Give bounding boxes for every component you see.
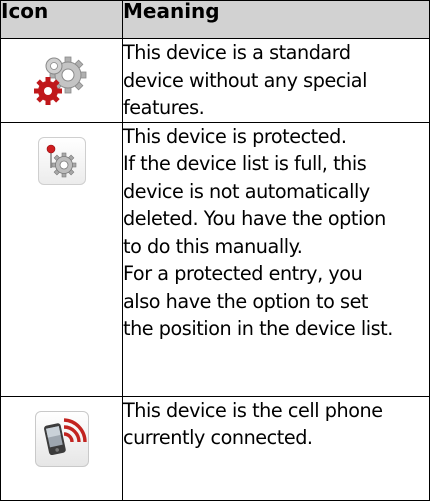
standard-device-gears-icon bbox=[32, 53, 92, 109]
meaning-cell: This device is the cell phone currently … bbox=[122, 395, 430, 501]
protected-device-icon bbox=[37, 136, 86, 185]
table-row: This device is protected. If the device … bbox=[0, 121, 430, 397]
meaning-line: deleted. You have the option bbox=[123, 207, 386, 230]
header-icon: Icon bbox=[0, 0, 123, 39]
meaning-cell: This device is protected. If the device … bbox=[122, 121, 430, 397]
icon-cell bbox=[0, 38, 123, 123]
table-header-row: Icon Meaning bbox=[0, 0, 430, 39]
meaning-line: This device is a standard bbox=[123, 41, 351, 64]
meaning-line: This device is the cell phone bbox=[123, 398, 383, 422]
meaning-line: features. bbox=[123, 96, 205, 119]
meaning-line: device without any special bbox=[123, 68, 367, 92]
meaning-line: This device is protected. bbox=[123, 124, 347, 148]
connected-phone-icon bbox=[34, 410, 89, 467]
meaning-line: If the device list is full, this bbox=[123, 152, 367, 175]
meaning-line: currently connected. bbox=[123, 426, 313, 449]
meaning-line: device is not automatically bbox=[123, 179, 370, 203]
meaning-line: to do this manually. bbox=[123, 234, 303, 258]
meaning-line: For a protected entry, you bbox=[123, 262, 363, 285]
table-row: This device is the cell phone currently … bbox=[0, 395, 430, 501]
icon-cell bbox=[0, 121, 123, 397]
meaning-cell: This device is a standard device without… bbox=[122, 38, 430, 123]
header-meaning: Meaning bbox=[122, 0, 430, 39]
icon-cell bbox=[0, 395, 123, 501]
icon-legend-table: Icon Meaning This device is a standard d… bbox=[0, 0, 430, 501]
meaning-line: the position in the device list. bbox=[123, 317, 393, 340]
meaning-line: also have the option to set bbox=[123, 289, 368, 313]
table-row: This device is a standard device without… bbox=[0, 38, 430, 123]
